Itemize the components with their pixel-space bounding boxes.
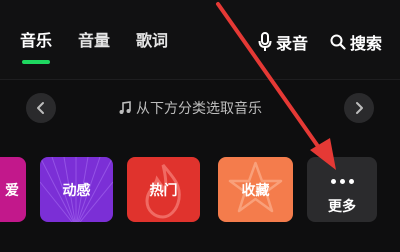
chevron-right-icon [356, 102, 363, 114]
search-label: 搜索 [350, 34, 383, 53]
hint-text: 从下方分类选取音乐 [136, 101, 262, 117]
top-tab-bar: 音乐 音量 歌词 录音 搜索 [0, 0, 400, 80]
category-label: 收藏 [241, 182, 270, 199]
tab-lyrics[interactable]: 歌词 [136, 30, 168, 52]
record-button[interactable]: 录音 [258, 30, 308, 54]
active-tab-indicator [22, 60, 50, 64]
search-button[interactable]: 搜索 [330, 30, 382, 54]
previous-button[interactable] [26, 93, 56, 123]
category-label: 爱 [5, 182, 19, 199]
more-label: 更多 [328, 199, 356, 215]
tab-music[interactable]: 音乐 [20, 30, 52, 52]
category-card-dynamic[interactable]: 动感 [40, 157, 113, 222]
record-label: 录音 [276, 34, 309, 53]
category-label: 动感 [62, 182, 91, 199]
category-label: 热门 [149, 182, 178, 199]
next-button[interactable] [344, 93, 374, 123]
category-card-popular[interactable]: 热门 [127, 157, 200, 222]
music-note-icon [119, 101, 131, 114]
search-icon [330, 34, 346, 50]
category-card-love[interactable]: 爱 [0, 157, 26, 222]
microphone-icon [258, 32, 272, 51]
more-categories-button[interactable]: 更多 [307, 157, 377, 222]
category-hint: 从下方分类选取音乐 [118, 98, 262, 118]
category-card-favorites[interactable]: 收藏 [218, 157, 293, 222]
tab-volume[interactable]: 音量 [78, 30, 110, 52]
more-dots-icon [307, 179, 377, 184]
chevron-left-icon [37, 102, 44, 114]
